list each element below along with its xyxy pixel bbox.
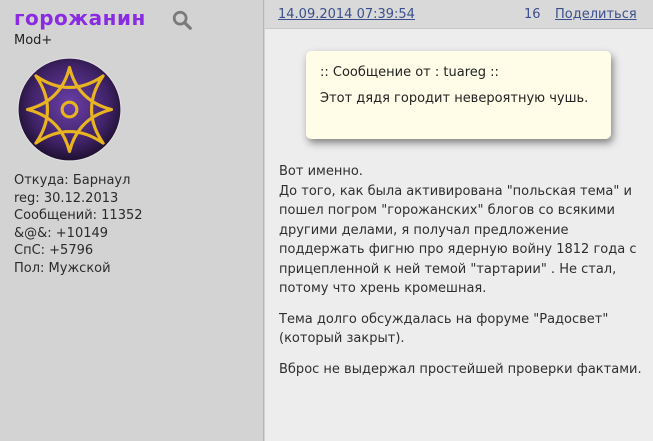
quote-text: Этот дядя городит невероятную чушь. bbox=[320, 91, 589, 106]
avatar[interactable] bbox=[17, 57, 122, 162]
quote-title: :: Сообщение от : tuareg :: bbox=[320, 65, 499, 80]
post-body: Вот именно. До того, как была активирова… bbox=[279, 162, 649, 390]
user-info: Откуда: Барнаул reg: 30.12.2013 Сообщени… bbox=[14, 172, 143, 277]
post-number: 16 bbox=[524, 7, 541, 22]
quote-box: :: Сообщение от : tuareg :: Этот дядя го… bbox=[306, 51, 611, 139]
search-icon[interactable] bbox=[171, 9, 193, 31]
post-header: 14.09.2014 07:39:54 16 Поделиться bbox=[265, 0, 653, 29]
post-paragraph: Вброс не выдержал простейшей проверки фа… bbox=[279, 361, 642, 377]
user-sidebar: горожанин Mod+ Откуда: Барнаул reg: 30.1… bbox=[0, 0, 264, 441]
username-link[interactable]: горожанин bbox=[14, 6, 146, 30]
user-thanks: СпС: +5796 bbox=[14, 243, 94, 258]
share-link[interactable]: Поделиться bbox=[555, 7, 637, 22]
post-paragraph: Вот именно. До того, как была активирова… bbox=[279, 164, 637, 296]
post-paragraph: Тема долго обсуждалась на форуме "Радосв… bbox=[279, 311, 609, 347]
user-location: Откуда: Барнаул bbox=[14, 173, 131, 188]
user-rank: Mod+ bbox=[14, 33, 53, 48]
user-reg-date: reg: 30.12.2013 bbox=[14, 190, 119, 206]
user-gender: Пол: Мужской bbox=[14, 260, 111, 276]
user-post-count: Сообщений: 11352 bbox=[14, 208, 143, 223]
post-content: 14.09.2014 07:39:54 16 Поделиться :: Соо… bbox=[265, 0, 653, 441]
post-date-link[interactable]: 14.09.2014 07:39:54 bbox=[278, 7, 415, 22]
user-reputation: &@&: +10149 bbox=[14, 225, 109, 241]
